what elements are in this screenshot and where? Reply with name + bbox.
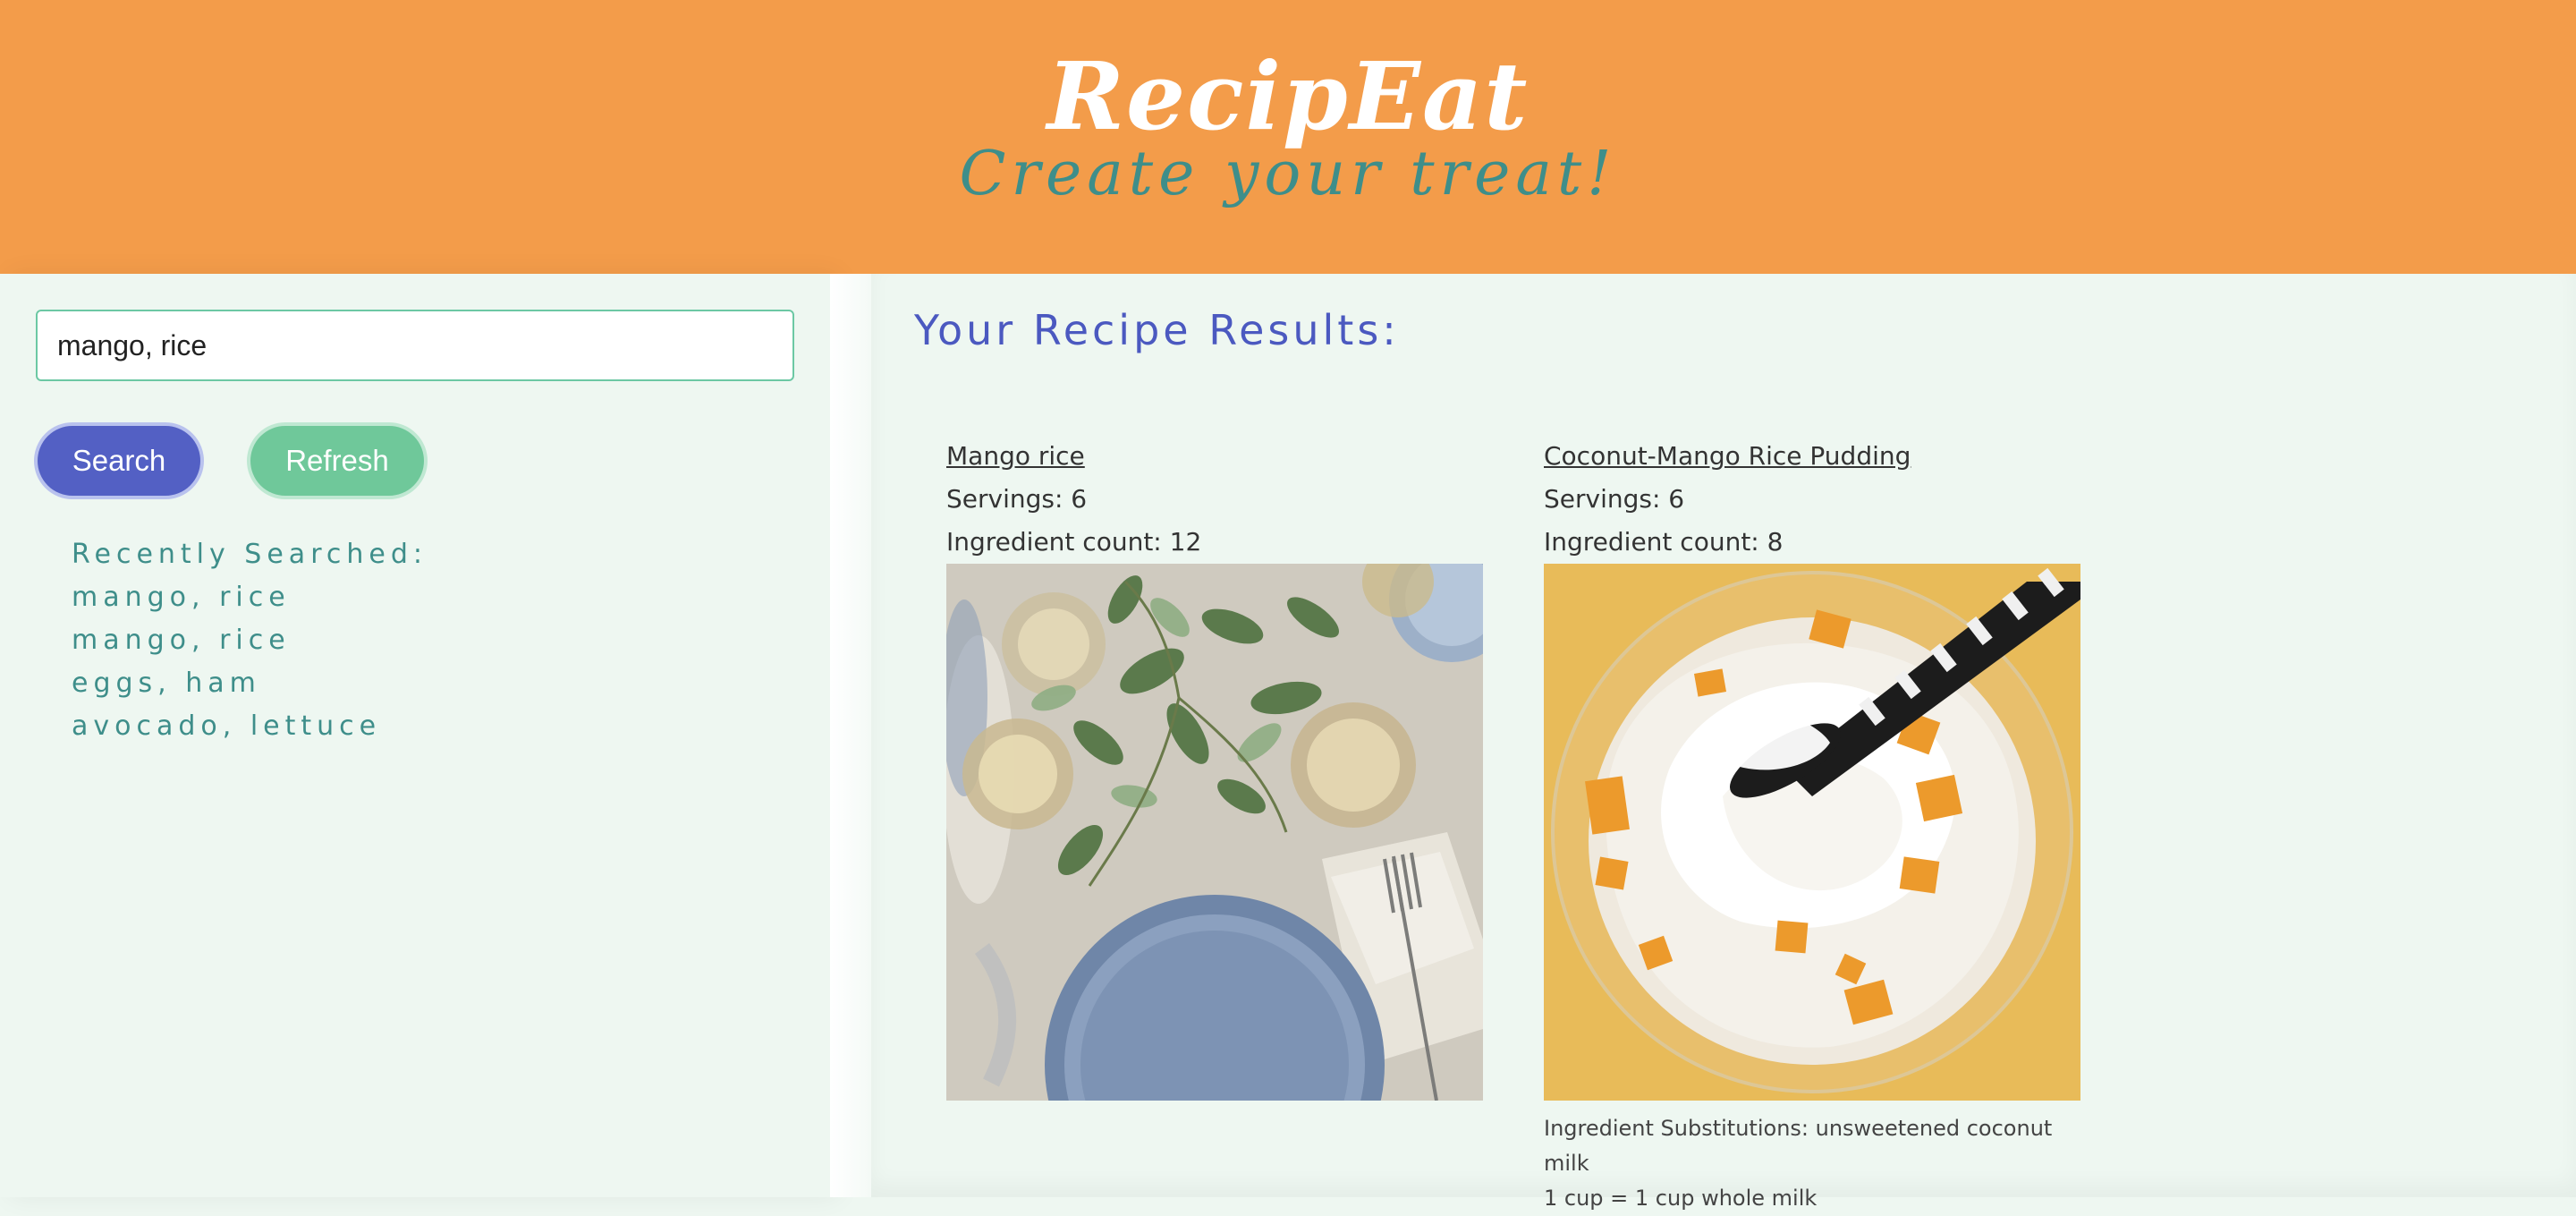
results-panel: Your Recipe Results: Mango rice Servings… <box>871 274 2576 1211</box>
substitution-line: Ingredient Substitutions: unsweetened co… <box>1544 1116 2053 1176</box>
recent-search-item[interactable]: eggs, ham <box>72 662 428 705</box>
recent-searches: Recently Searched: mango, rice mango, ri… <box>72 533 428 748</box>
recipe-ingredient-count: Ingredient count: 8 <box>1544 527 1784 557</box>
site-header: RecipEat Create your treat! <box>0 0 2576 274</box>
brand-logo: RecipEat <box>1046 41 1530 151</box>
recent-search-item[interactable]: avocado, lettuce <box>72 705 428 748</box>
ingredient-substitutions: Ingredient Substitutions: unsweetened co… <box>1544 1111 2098 1216</box>
recipe-ingredient-count: Ingredient count: 12 <box>946 527 1202 557</box>
recipe-card: Mango rice Servings: 6 Ingredient count:… <box>946 435 1483 1101</box>
search-button[interactable]: Search <box>34 422 204 499</box>
recent-search-item[interactable]: mango, rice <box>72 576 428 619</box>
refresh-button[interactable]: Refresh <box>247 422 428 499</box>
column-divider <box>830 274 871 1197</box>
tagline: Create your treat! <box>959 139 1617 209</box>
recipe-card: Coconut-Mango Rice Pudding Servings: 6 I… <box>1544 435 2080 1211</box>
search-input[interactable] <box>36 310 794 381</box>
recipe-servings: Servings: 6 <box>946 484 1088 514</box>
search-sidebar: Search Refresh Recently Searched: mango,… <box>0 274 830 1197</box>
substitution-line: 1 cup = 1 cup whole milk <box>1544 1186 1818 1211</box>
rice-pudding-photo[interactable] <box>1544 564 2080 1101</box>
recipe-title-link[interactable]: Mango rice <box>946 435 1483 478</box>
table-setting-photo[interactable] <box>946 564 1483 1101</box>
recent-searches-heading: Recently Searched: <box>72 539 428 570</box>
results-title: Your Recipe Results: <box>914 306 1400 354</box>
recent-search-item[interactable]: mango, rice <box>72 619 428 662</box>
recipe-title-link[interactable]: Coconut-Mango Rice Pudding <box>1544 435 2080 478</box>
recipe-servings: Servings: 6 <box>1544 484 1685 514</box>
